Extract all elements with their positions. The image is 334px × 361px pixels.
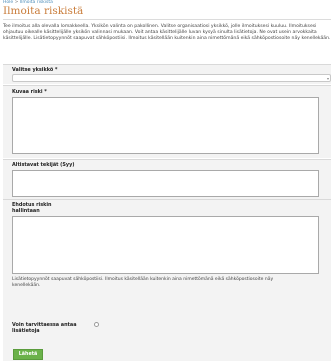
submit-button[interactable]: Lähetä xyxy=(13,349,43,360)
unit-label: Valitse yksikkö * xyxy=(12,67,58,73)
contact-label-line2: lisätietoja xyxy=(12,328,40,334)
email-note: Lisätietopyynnöt saapuvat sähköpostiisi.… xyxy=(12,277,274,288)
chevron-down-icon: ▾ xyxy=(326,76,329,81)
page-title: Ilmoita riskistä xyxy=(3,5,84,17)
form-actions xyxy=(3,346,331,361)
page: Hole > Ilmoita riskistä Ilmoita riskistä… xyxy=(0,0,334,361)
contact-permission-radio[interactable] xyxy=(94,322,99,327)
proposal-label-line2: hallintaan xyxy=(12,208,40,214)
describe-label: Kuvaa riski * xyxy=(12,89,47,95)
factors-textarea[interactable] xyxy=(12,170,319,197)
intro-text: Tee ilmoitus alla olevalla lomakkeella. … xyxy=(3,24,331,42)
unit-select[interactable]: ▾ xyxy=(12,74,331,82)
proposal-textarea[interactable] xyxy=(12,216,319,274)
factors-label: Altistavat tekijät (Syy) xyxy=(12,162,75,168)
describe-textarea[interactable] xyxy=(12,97,319,154)
title-divider xyxy=(3,19,331,20)
